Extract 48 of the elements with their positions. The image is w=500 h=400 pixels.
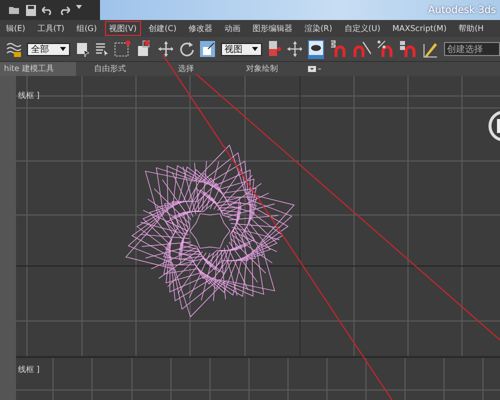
menu-item[interactable]: 修改器 (184, 21, 216, 36)
ribbon-tab[interactable]: 自由形式 (76, 62, 152, 76)
menu-item[interactable]: 渲染(R) (300, 21, 336, 36)
magnet-icon[interactable] (330, 40, 347, 58)
rotate-icon[interactable] (178, 41, 194, 57)
ribbon-tab[interactable]: 选择 (152, 62, 228, 76)
panel-menu-icon[interactable] (308, 65, 322, 73)
pencil-icon[interactable] (422, 40, 438, 58)
menu-item[interactable]: 辑(E) (2, 21, 30, 36)
caret-icon (60, 47, 66, 51)
menu-item[interactable]: 工具(T) (33, 21, 68, 36)
viewport-toggle-button[interactable] (308, 40, 324, 58)
move-icon[interactable] (158, 41, 173, 57)
window-crossing-icon[interactable] (137, 40, 152, 58)
menu-item[interactable]: 自定义(U) (340, 21, 384, 36)
undo-icon[interactable] (42, 4, 53, 14)
open-icon[interactable] (8, 4, 20, 14)
list-icon[interactable] (95, 42, 108, 56)
menu-item[interactable]: 帮助(H (454, 21, 488, 36)
menu-item[interactable]: 动画 (220, 21, 244, 36)
spinner-snap-icon[interactable] (400, 40, 417, 58)
window-title: Autodesk 3ds (428, 4, 496, 16)
select-icon[interactable] (76, 42, 90, 56)
save-icon[interactable] (26, 4, 36, 16)
menu-item[interactable]: 创建(C) (144, 21, 180, 36)
ribbon-tab[interactable]: hite 建模工具 (0, 62, 76, 76)
menu-item[interactable]: 图形编辑器 (248, 21, 296, 36)
selection-filter-dropdown[interactable]: 全部 (26, 42, 70, 56)
view-cube-icon[interactable] (488, 110, 500, 142)
named-selection-field[interactable]: 创建选择 (444, 42, 500, 56)
menu-item[interactable]: MAXScript(M) (388, 22, 451, 35)
caret-icon (252, 47, 258, 51)
scale-icon[interactable] (200, 41, 215, 57)
menu-item[interactable]: 组(G) (72, 21, 101, 36)
move-icon[interactable] (287, 41, 302, 57)
angle-snap-icon[interactable] (352, 40, 372, 58)
redo-icon[interactable] (59, 4, 70, 14)
region-select-icon[interactable] (114, 40, 132, 58)
viewport-label[interactable]: 线框 ] (18, 90, 40, 101)
waves-icon[interactable] (6, 41, 21, 57)
pivot-icon[interactable] (268, 40, 282, 58)
caret-icon[interactable] (76, 4, 82, 8)
eye-icon (309, 40, 324, 54)
reference-coordinate-dropdown[interactable]: 视图 (220, 42, 262, 56)
ribbon-tab[interactable]: 对象绘制 (228, 62, 304, 76)
percent-snap-icon[interactable] (377, 40, 394, 58)
menu-item[interactable]: 视图(V) (104, 21, 141, 36)
viewport-label[interactable]: 线框 ] (18, 364, 40, 375)
